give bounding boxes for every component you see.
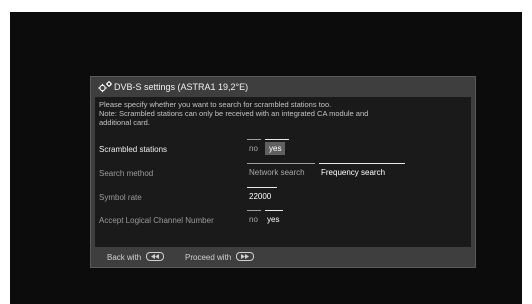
dialog-title: DVB-S settings (ASTRA1 19,2°E): [114, 82, 249, 92]
scrambled-yes-option[interactable]: yes: [265, 142, 286, 155]
option-bar: [265, 139, 289, 140]
search-method-label: Search method: [99, 169, 154, 178]
back-label: Back with: [107, 253, 142, 262]
lcn-yes-option[interactable]: yes: [263, 213, 283, 226]
lcn-no-option[interactable]: no: [245, 213, 262, 226]
description-line: Note: Scrambled stations can only be rec…: [99, 109, 369, 118]
description-line: additional card.: [99, 118, 150, 127]
rewind-button-icon: [146, 252, 165, 262]
option-bar: [247, 210, 261, 211]
fast-forward-button-icon: [236, 252, 255, 262]
scrambled-stations-label: Scrambled stations: [99, 145, 168, 154]
option-bar: [247, 163, 315, 164]
symbol-rate-label: Symbol rate: [99, 193, 142, 202]
dialog-description: Please specify whether you want to searc…: [99, 100, 467, 127]
accept-lcn-label: Accept Logical Channel Number: [99, 216, 214, 225]
option-bar: [247, 139, 261, 140]
scrambled-no-option[interactable]: no: [245, 142, 262, 155]
settings-gear-icon: [97, 80, 113, 94]
back-hint[interactable]: Back with: [107, 252, 165, 262]
description-line: Please specify whether you want to searc…: [99, 100, 332, 109]
option-bar: [265, 210, 283, 211]
proceed-label: Proceed with: [185, 253, 232, 262]
symbol-rate-value[interactable]: 22000: [245, 190, 275, 203]
tv-screen: DVB-S settings (ASTRA1 19,2°E) Please sp…: [10, 12, 522, 304]
network-search-option[interactable]: Network search: [245, 166, 309, 179]
option-bar: [319, 163, 405, 164]
option-bar: [247, 187, 277, 188]
frequency-search-option[interactable]: Frequency search: [317, 166, 389, 179]
dialog-footer: Back with Proceed with: [91, 247, 475, 267]
dvbs-settings-dialog: DVB-S settings (ASTRA1 19,2°E) Please sp…: [90, 76, 476, 268]
dialog-title-bar: DVB-S settings (ASTRA1 19,2°E): [91, 77, 475, 97]
settings-panel: Please specify whether you want to searc…: [95, 97, 471, 247]
proceed-hint[interactable]: Proceed with: [185, 252, 255, 262]
